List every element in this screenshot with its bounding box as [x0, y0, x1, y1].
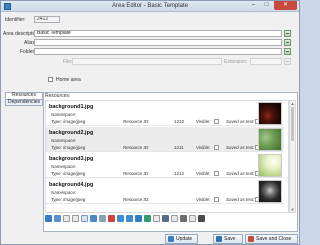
save-button[interactable]: Save	[213, 234, 243, 244]
resource-id-label: Resource ID:	[123, 145, 150, 150]
alias-field[interactable]	[34, 39, 282, 46]
home-area-checkbox[interactable]	[48, 77, 53, 82]
resource-id-label: Resource ID:	[123, 197, 150, 202]
visible-label: Visible:	[196, 171, 211, 176]
dark-grey-texture-image	[258, 180, 282, 203]
green-texture-image	[258, 128, 282, 151]
type-label: Type: image/jpeg	[51, 171, 86, 176]
save-and-close-button-label: Save and Close	[256, 236, 292, 242]
resources-scrollbar[interactable]: ▲ ▼	[289, 100, 296, 213]
resource-item[interactable]: background1.jpg Namespace: Type: image/j…	[46, 101, 284, 126]
type-label: Type: image/jpeg	[51, 145, 86, 150]
resource-item[interactable]: background3.jpg Namespace: Type: image/j…	[46, 153, 284, 178]
file-field	[72, 58, 222, 65]
light-green-glow-image	[258, 154, 282, 177]
visible-label: Visible:	[196, 145, 211, 150]
alias-edit-button[interactable]	[284, 39, 291, 46]
copy-icon[interactable]	[81, 215, 88, 222]
namespace-label: Namespace:	[51, 112, 77, 117]
resource-toolbar	[45, 215, 245, 224]
visible-checkbox[interactable]	[214, 145, 219, 150]
resource-name: background1.jpg	[49, 104, 94, 110]
resources-panel-label: Resources:	[45, 93, 71, 99]
identifier-field: 2412	[34, 16, 60, 23]
open-icon[interactable]	[189, 215, 196, 222]
resources-list: background1.jpg Namespace: Type: image/j…	[45, 100, 289, 213]
extension-label: Extension:	[224, 59, 248, 65]
update-icon	[168, 236, 174, 242]
refresh-icon[interactable]	[153, 215, 160, 222]
duplicate-icon[interactable]	[162, 215, 169, 222]
resource-id-value: 1210	[174, 119, 185, 124]
save-icon	[216, 236, 222, 242]
update-button-label: Update	[176, 236, 193, 242]
home-area-label: Home area	[56, 77, 81, 83]
folder-icon[interactable]	[171, 215, 178, 222]
extension-field	[250, 58, 282, 65]
tab-dependencies[interactable]: Dependencies	[5, 99, 43, 106]
namespace-label: Namespace:	[51, 164, 77, 169]
edit-file-icon[interactable]	[72, 215, 79, 222]
move-up-icon[interactable]	[135, 215, 142, 222]
namespace-label: Namespace:	[51, 190, 77, 195]
type-label: Type: image/jpeg	[51, 197, 86, 202]
add-image-icon[interactable]	[45, 215, 52, 222]
dark-red-texture-image	[258, 102, 282, 125]
image-view-icon[interactable]	[180, 215, 187, 222]
minimize-button[interactable]: –	[247, 1, 260, 10]
properties-icon[interactable]	[90, 215, 97, 222]
save-button-label: Save	[224, 236, 236, 242]
resource-item[interactable]: background2.jpg Namespace: Type: image/j…	[46, 127, 284, 152]
area-description-field[interactable]: Basic Template	[34, 30, 282, 37]
resource-name: background4.jpg	[49, 182, 94, 188]
update-button[interactable]: Update	[165, 234, 198, 244]
visible-label: Visible:	[196, 119, 211, 124]
folder-field[interactable]	[34, 48, 282, 55]
saved-as-text-label: Saved as text:	[226, 119, 255, 124]
folder-edit-button[interactable]	[284, 48, 291, 55]
resource-id-value: 1211	[174, 145, 184, 150]
import-icon[interactable]	[117, 215, 124, 222]
scroll-down-icon[interactable]: ▼	[290, 207, 295, 212]
cut-icon[interactable]	[99, 215, 106, 222]
tab-resources[interactable]: Resources	[5, 92, 43, 99]
maximize-button[interactable]: □	[260, 1, 273, 10]
saved-as-text-label: Saved as text:	[226, 171, 255, 176]
resource-id-label: Resource ID:	[123, 119, 150, 124]
identifier-label: Identifier:	[5, 17, 26, 23]
visible-checkbox[interactable]	[214, 119, 219, 124]
title-bar: Area Editor - Basic Template – □ ✕	[1, 1, 299, 12]
save-close-icon	[248, 236, 254, 242]
resource-item[interactable]: background4.jpg Namespace: Type: image/j…	[46, 179, 284, 204]
saved-as-text-label: Saved as text:	[226, 145, 255, 150]
visible-checkbox[interactable]	[214, 197, 219, 202]
description-edit-button[interactable]	[284, 30, 291, 37]
new-file-icon[interactable]	[63, 215, 70, 222]
close-button[interactable]: ✕	[274, 1, 297, 10]
save-and-close-button[interactable]: Save and Close	[245, 234, 298, 244]
file-edit-button	[284, 58, 291, 65]
visible-label: Visible:	[196, 197, 211, 202]
namespace-label: Namespace:	[51, 138, 77, 143]
add-file-icon[interactable]	[54, 215, 61, 222]
area-editor-window: Area Editor - Basic Template – □ ✕ Ident…	[0, 0, 300, 245]
resource-name: background3.jpg	[49, 156, 94, 162]
resource-id-value: 1212	[174, 171, 185, 176]
resource-id-label: Resource ID:	[123, 171, 150, 176]
export-icon[interactable]	[126, 215, 133, 222]
saved-as-text-label: Saved as text:	[226, 197, 255, 202]
visible-checkbox[interactable]	[214, 171, 219, 176]
scroll-thumb[interactable]	[291, 107, 294, 141]
type-label: Type: image/jpeg	[51, 119, 86, 124]
scroll-up-icon[interactable]: ▲	[290, 101, 295, 106]
resource-name: background2.jpg	[49, 130, 94, 136]
move-down-icon[interactable]	[144, 215, 151, 222]
delete-icon[interactable]	[108, 215, 115, 222]
save-resource-icon[interactable]	[198, 215, 205, 222]
